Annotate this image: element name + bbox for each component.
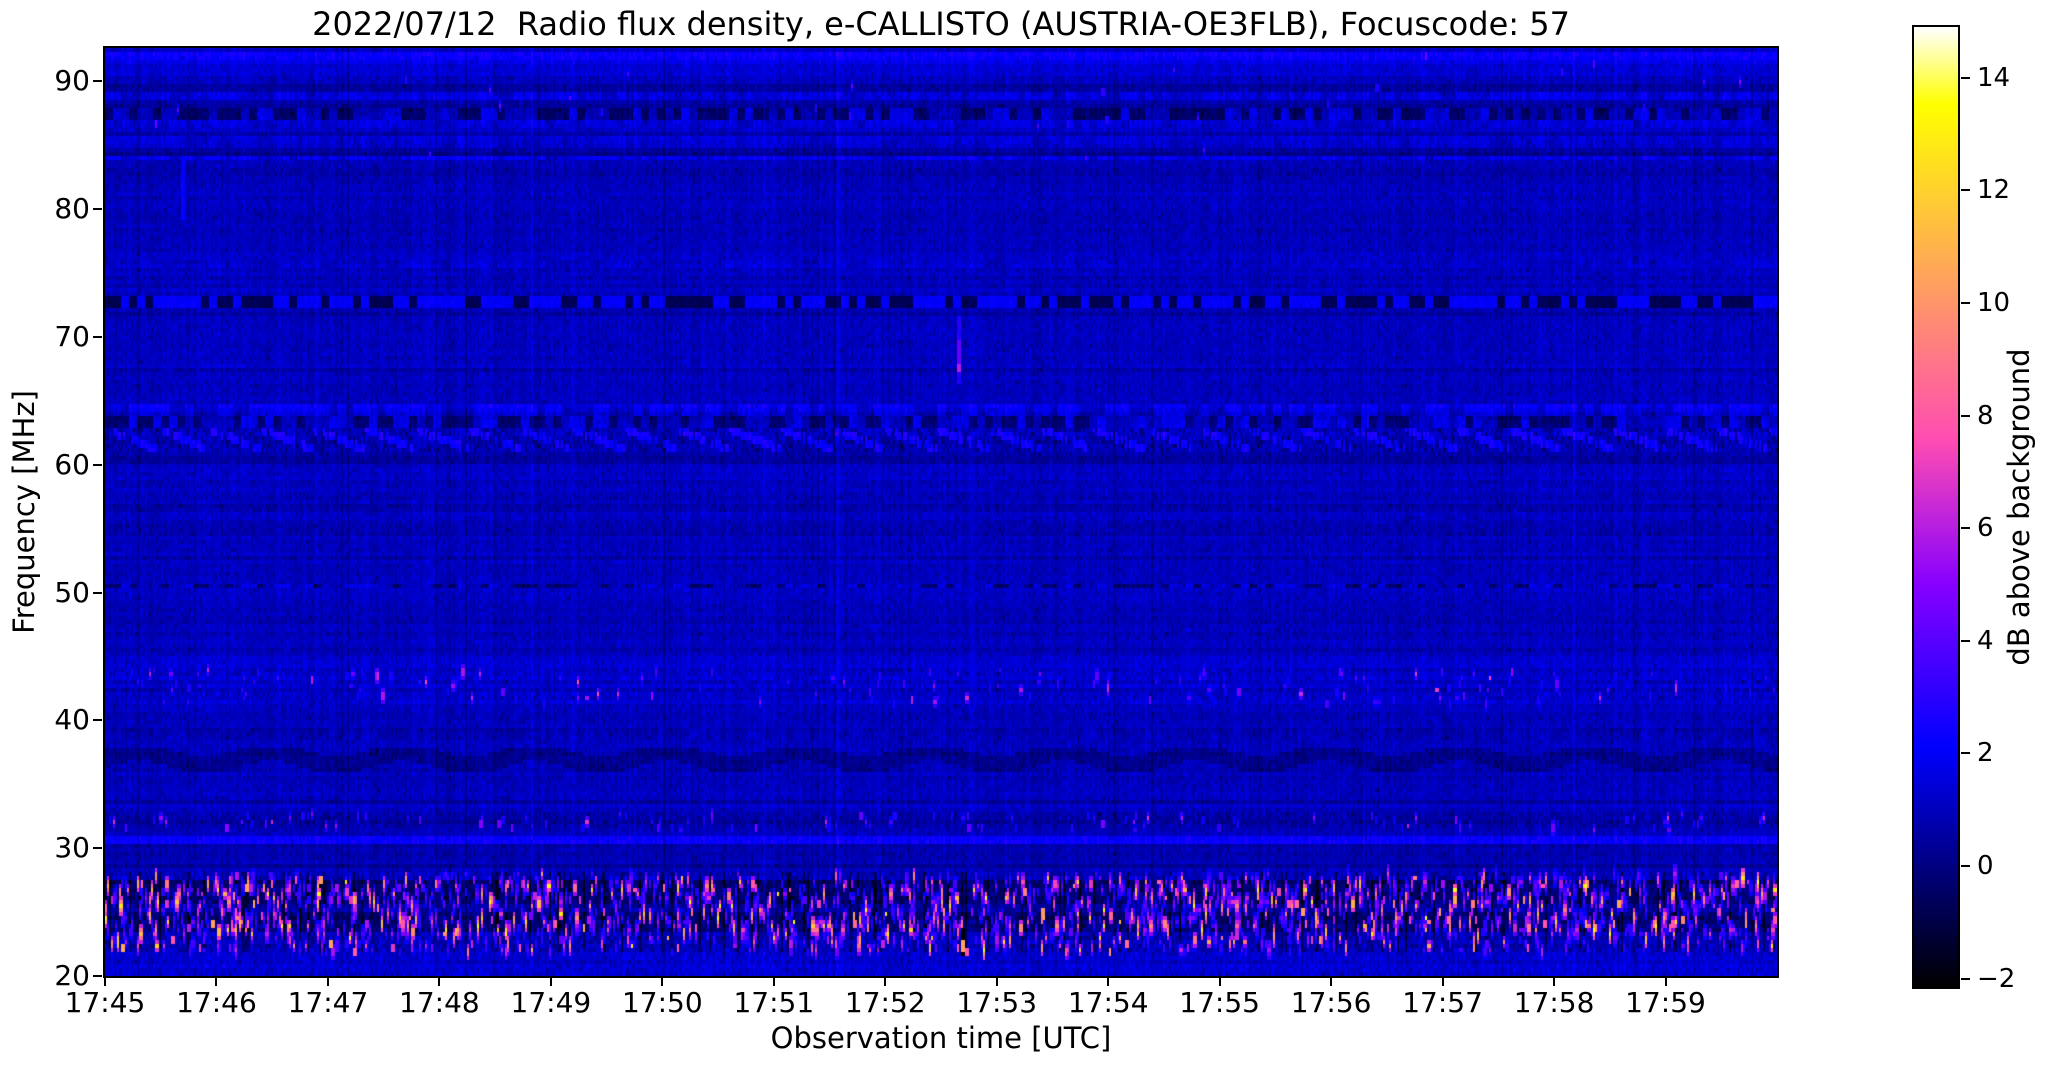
x-tick-mark	[1330, 977, 1333, 986]
x-tick-mark	[661, 977, 664, 986]
colorbar-tick-mark	[1961, 752, 1970, 755]
colorbar-tick-label: 12	[1977, 175, 2011, 206]
x-tick-mark	[215, 977, 218, 986]
colorbar	[1912, 25, 1960, 989]
colorbar-label: dB above background	[2002, 348, 2036, 666]
spectrogram-plot-area	[103, 46, 1779, 978]
y-tick-label: 20	[54, 959, 90, 992]
x-axis-label: Observation time [UTC]	[770, 1021, 1112, 1055]
colorbar-tick-label: −2	[1977, 963, 2016, 994]
colorbar-canvas	[1914, 27, 1958, 987]
y-tick-mark	[93, 975, 102, 977]
colorbar-tick-mark	[1961, 189, 1970, 192]
x-tick-mark	[772, 977, 775, 986]
y-tick-mark	[93, 80, 102, 83]
x-tick-mark	[1218, 977, 1221, 986]
colorbar-tick-mark	[1961, 76, 1970, 79]
x-tick-mark	[1553, 977, 1556, 986]
y-tick-mark	[93, 335, 102, 338]
x-tick-mark	[1441, 977, 1444, 986]
y-tick-mark	[93, 719, 102, 722]
x-tick-mark	[326, 977, 329, 986]
x-tick-mark	[995, 977, 998, 986]
x-tick-mark	[1107, 977, 1110, 986]
y-tick-label: 30	[54, 831, 90, 865]
colorbar-tick-mark	[1961, 414, 1970, 417]
y-tick-label: 90	[54, 64, 90, 98]
y-axis-label: Frequency [MHz]	[7, 390, 41, 634]
y-tick-mark	[93, 591, 102, 594]
y-tick-mark	[93, 847, 102, 850]
colorbar-tick-label: 14	[1977, 62, 2011, 93]
x-tick-mark	[438, 977, 441, 986]
x-tick-label: 17:59	[1625, 986, 1706, 1019]
chart-title: 2022/07/12 Radio flux density, e-CALLIST…	[312, 5, 1570, 43]
x-tick-mark	[549, 977, 552, 986]
colorbar-tick-mark	[1961, 639, 1970, 642]
colorbar-tick-label: 0	[1977, 850, 1994, 881]
y-tick-mark	[93, 463, 102, 466]
x-tick-mark	[1664, 977, 1667, 986]
colorbar-tick-mark	[1961, 301, 1970, 304]
colorbar-tick-mark	[1961, 864, 1970, 867]
colorbar-tick-mark	[1961, 977, 1970, 980]
colorbar-tick-mark	[1961, 527, 1970, 530]
x-tick-mark	[884, 977, 887, 986]
y-tick-mark	[93, 208, 102, 211]
x-tick-mark	[104, 977, 106, 986]
spectrogram-canvas	[105, 48, 1777, 976]
